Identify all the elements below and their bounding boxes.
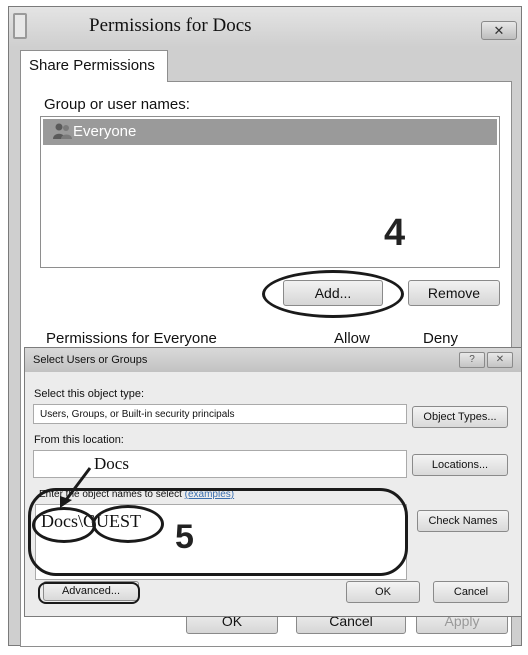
annotation-arrow [60, 467, 92, 508]
tab-share-permissions[interactable]: Share Permissions [20, 50, 168, 82]
